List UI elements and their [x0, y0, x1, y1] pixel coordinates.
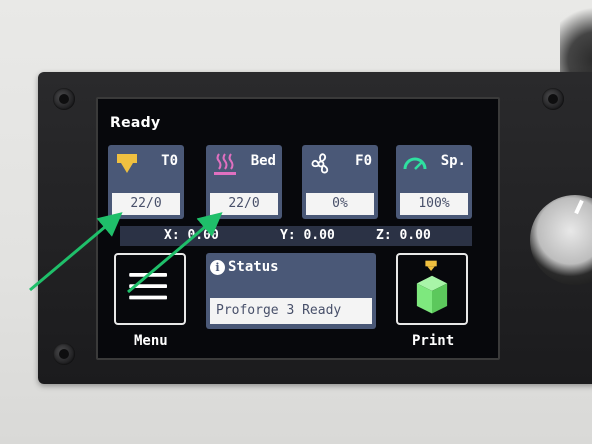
- annotation-arrow-t0: [29, 212, 123, 292]
- annotation-arrows: [29, 212, 223, 294]
- annotation-arrow-bed: [127, 212, 223, 294]
